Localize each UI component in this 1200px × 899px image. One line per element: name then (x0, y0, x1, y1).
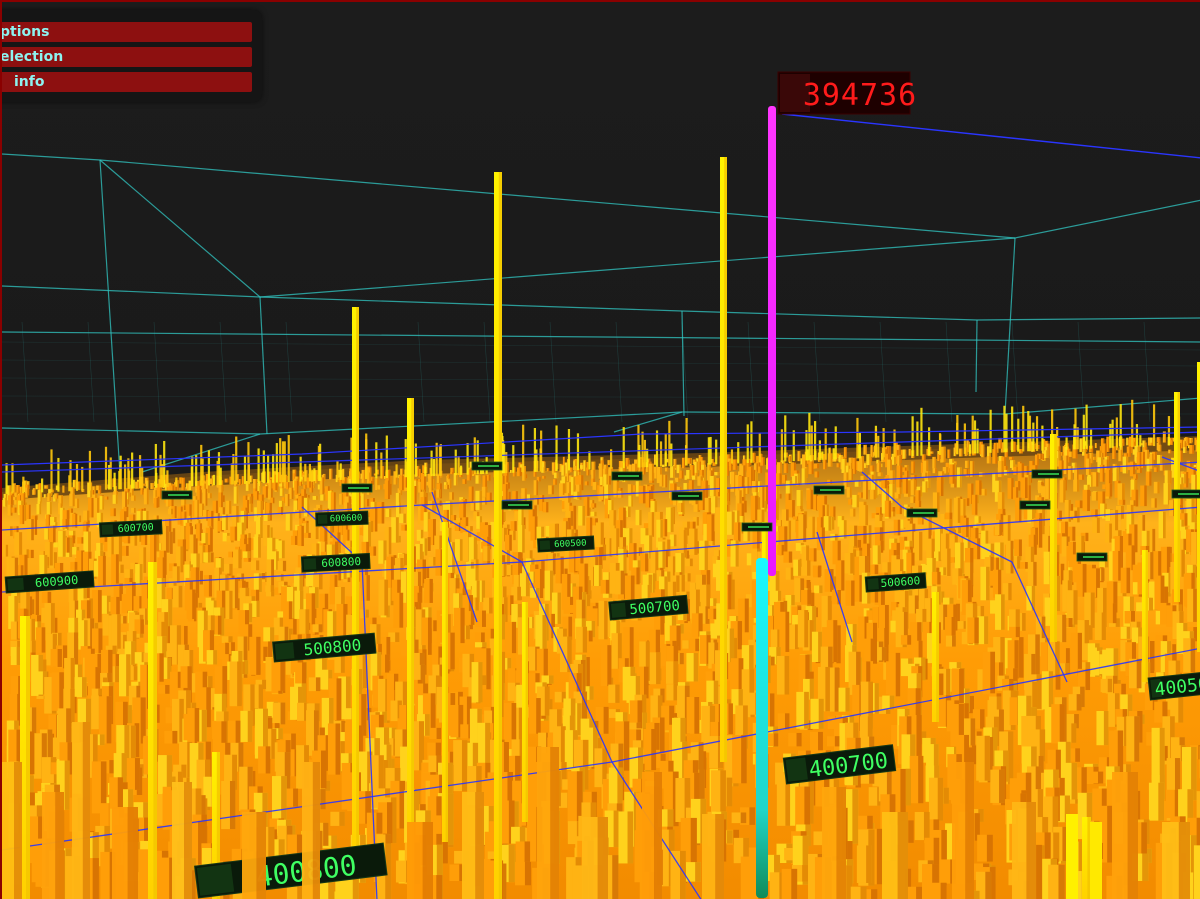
selection-menu-label: election (0, 49, 64, 65)
grid-value-label: 600800 (300, 552, 371, 573)
grid-value-text: 600800 (321, 555, 361, 570)
grid-value-text: 500600 (880, 574, 921, 590)
info-menu-label: info (14, 74, 45, 90)
3d-canvas[interactable]: 394736 400800400700500800500700500600600… (0, 0, 1200, 899)
grid-value-text: 600700 (117, 522, 154, 535)
selected-value-label: 394736 (777, 71, 917, 115)
menu-panel: ptions election info (0, 10, 262, 102)
info-menu-button[interactable]: info (2, 72, 252, 92)
grid-value-label: 600500 (537, 535, 595, 553)
grid-value-label: 600700 (98, 519, 163, 538)
grid-value-text: 600500 (554, 538, 587, 550)
selected-value-text: 394736 (803, 78, 917, 113)
grid-value-label: 600600 (315, 510, 369, 527)
options-menu-button[interactable]: ptions (0, 22, 252, 42)
grid-value-text: 600600 (330, 513, 363, 524)
selection-menu-button[interactable]: election (0, 47, 252, 67)
room-wireframe (2, 153, 1200, 475)
3d-histogram-scene[interactable]: 394736 400800400700500800500700500600600… (2, 2, 1200, 899)
grid-value-text: 40050 (1154, 674, 1200, 701)
options-menu-label: ptions (0, 24, 50, 40)
